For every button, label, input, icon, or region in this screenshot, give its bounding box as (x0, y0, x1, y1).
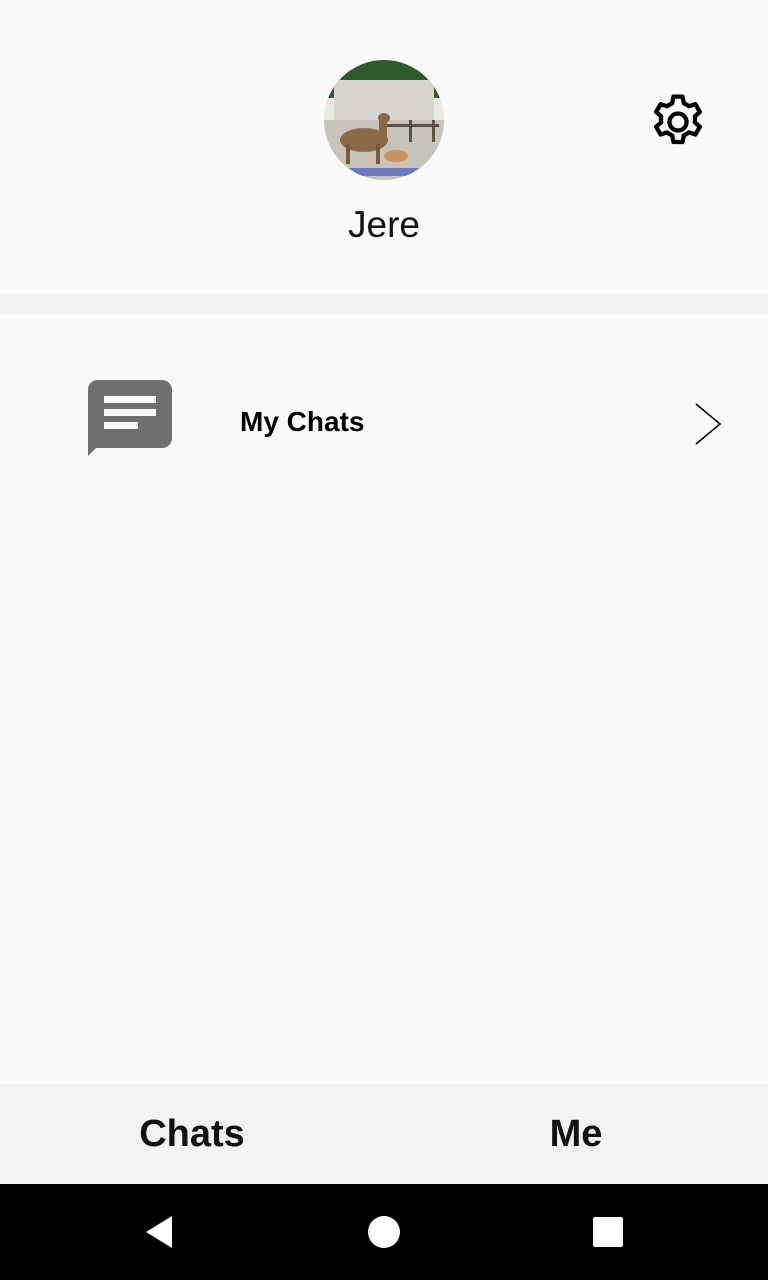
back-button[interactable] (136, 1208, 184, 1256)
back-icon (146, 1216, 172, 1248)
tab-me[interactable]: Me (384, 1084, 768, 1184)
chat-bubble-icon (87, 380, 172, 456)
menu-item-my-chats[interactable]: My Chats (0, 314, 768, 538)
avatar[interactable] (324, 60, 444, 180)
gear-icon (654, 94, 702, 145)
settings-button[interactable] (640, 84, 716, 160)
bottom-tab-bar: Chats Me (0, 1084, 768, 1184)
screen: Jere My Chats Chats Me (0, 0, 768, 1280)
chevron-right-icon (695, 403, 722, 445)
menu-item-label: My Chats (240, 406, 365, 437)
profile-header: Jere (0, 0, 768, 294)
recents-icon (593, 1217, 623, 1247)
username: Jere (348, 204, 420, 245)
home-icon (368, 1216, 400, 1248)
recents-button[interactable] (584, 1208, 632, 1256)
tab-chats[interactable]: Chats (0, 1084, 384, 1184)
system-navigation-bar (0, 1184, 768, 1280)
section-divider (0, 294, 768, 314)
home-button[interactable] (360, 1208, 408, 1256)
